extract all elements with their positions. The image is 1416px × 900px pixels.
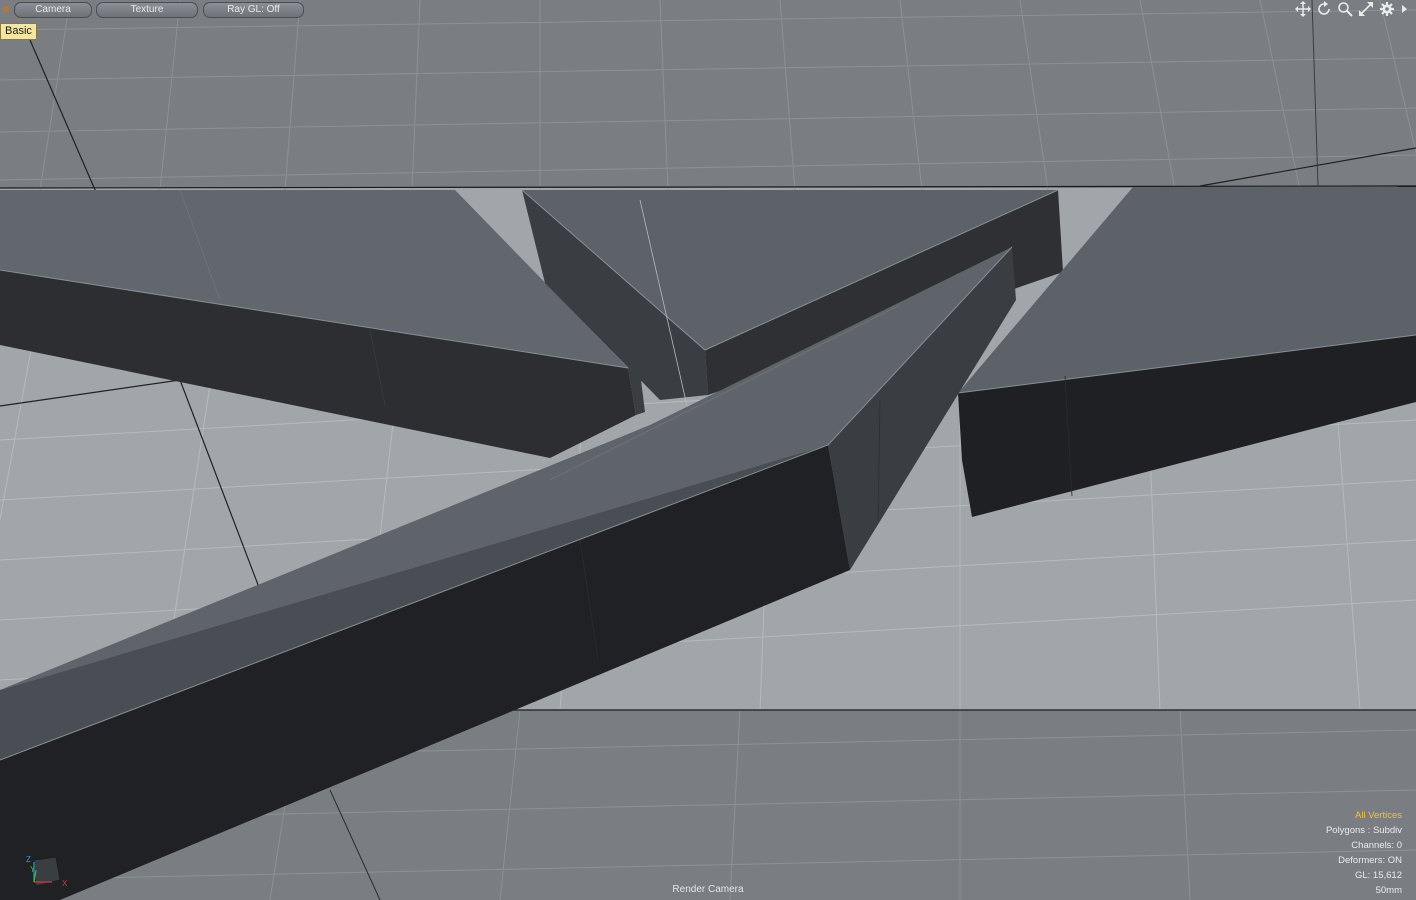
viewport-toolbar: Camera Texture Ray GL: Off: [0, 0, 320, 20]
deformers-readout: Deformers: ON: [1338, 855, 1402, 866]
more-arrow-icon[interactable]: [1400, 1, 1408, 17]
axis-gizmo: Z Y X: [22, 852, 72, 892]
fit-icon[interactable]: [1358, 1, 1374, 17]
viewport-menu-icon[interactable]: [3, 6, 9, 12]
selection-mode-readout: All Vertices: [1355, 810, 1402, 821]
camera-button[interactable]: Camera: [14, 2, 92, 18]
polygons-readout: Polygons : Subdiv: [1325, 825, 1402, 836]
raygl-button[interactable]: Ray GL: Off: [203, 2, 304, 18]
viewport-nav-controls: [1295, 1, 1408, 17]
view-style-tag[interactable]: Basic: [0, 23, 37, 40]
axis-x-label: X: [62, 879, 68, 888]
axis-y-label: Y: [30, 865, 36, 874]
viewport-scene[interactable]: [0, 0, 1416, 900]
zoom-icon[interactable]: [1337, 1, 1353, 17]
3d-viewport[interactable]: Camera Texture Ray GL: Off Basic All Ver…: [0, 0, 1416, 900]
gear-icon[interactable]: [1379, 1, 1395, 17]
rotate-icon[interactable]: [1316, 1, 1332, 17]
axis-z-label: Z: [26, 855, 31, 864]
camera-name-label: Render Camera: [672, 884, 744, 895]
gl-count-readout: GL: 15,612: [1354, 870, 1402, 881]
move-icon[interactable]: [1295, 1, 1311, 17]
texture-button[interactable]: Texture: [96, 2, 198, 18]
channels-readout: Channels: 0: [1351, 840, 1402, 851]
